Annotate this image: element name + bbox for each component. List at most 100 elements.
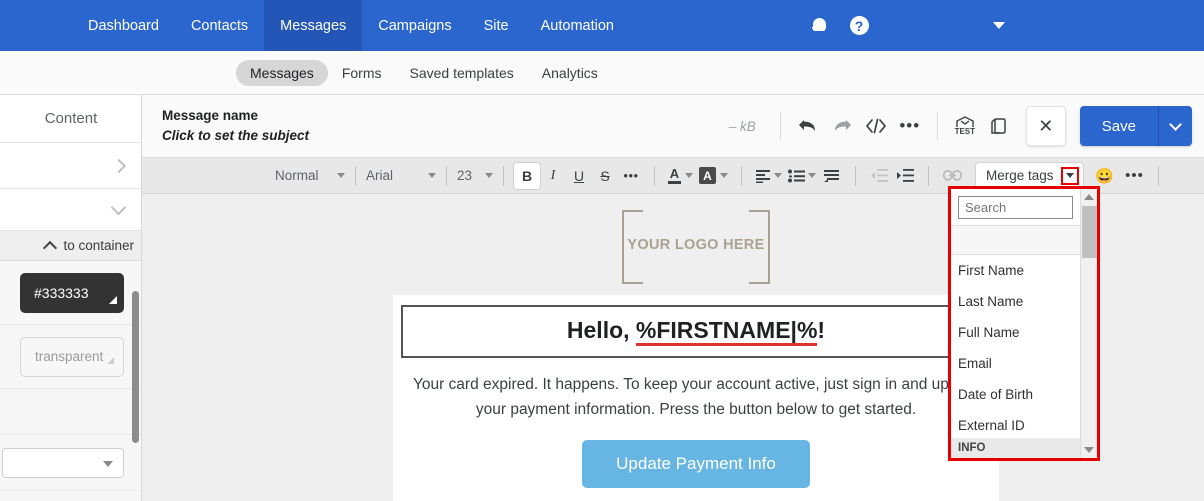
divider: [1157, 165, 1159, 186]
chevron-right-icon: [111, 158, 127, 173]
nav-label: Contacts: [190, 17, 249, 34]
transparent-value-label: transparent: [35, 349, 104, 364]
email-heading-block[interactable]: Hello, %FIRSTNAME|%!: [401, 305, 991, 358]
close-button[interactable]: ✕: [1025, 106, 1066, 146]
message-subject-label[interactable]: Click to set the subject: [162, 126, 309, 146]
divider: [503, 165, 504, 186]
sidebar-expand-row[interactable]: [0, 143, 141, 189]
toolbar-overflow-button[interactable]: •••: [1122, 163, 1148, 189]
message-meta: Message name Click to set the subject: [162, 106, 309, 147]
bold-button[interactable]: B: [514, 162, 540, 189]
triangle-up-icon: [1084, 194, 1094, 200]
merge-tags-search-input[interactable]: [958, 196, 1073, 219]
top-nav-items: Dashboard Contacts Messages Campaigns Si…: [72, 0, 630, 51]
save-button[interactable]: Save: [1079, 106, 1158, 146]
highlight-icon: A: [699, 167, 716, 184]
sidebar-title: Content: [44, 110, 98, 127]
font-family-select[interactable]: Arial: [366, 163, 436, 189]
merge-tags-scrollbar[interactable]: [1080, 189, 1097, 458]
undo-button[interactable]: [791, 109, 825, 143]
scrollbar-thumb[interactable]: [1082, 206, 1097, 258]
email-body: YOUR LOGO HERE Hello, %FIRSTNAME|%! Your…: [393, 194, 999, 501]
source-code-button[interactable]: [859, 109, 893, 143]
secondary-tab-items: Messages Forms Saved templates Analytics: [236, 59, 612, 86]
nav-item-campaigns[interactable]: Campaigns: [362, 0, 467, 51]
tab-forms[interactable]: Forms: [328, 60, 396, 86]
secondary-tab-bar: Messages Forms Saved templates Analytics: [0, 51, 1204, 95]
sidebar-collapse-row[interactable]: [0, 189, 141, 231]
color-value-label: #333333: [34, 284, 89, 301]
line-height-button[interactable]: [819, 163, 845, 189]
font-family-value: Arial: [366, 168, 394, 183]
sidebar-scrollbar-thumb[interactable]: [132, 291, 139, 443]
editor-header-actions: – kB ••• TEST ✕ Save: [729, 106, 1204, 146]
chevron-down-icon: [110, 199, 127, 215]
text-color-icon: A: [668, 167, 681, 184]
link-button[interactable]: [939, 163, 965, 189]
email-paragraph[interactable]: Your card expired. It happens. To keep y…: [393, 358, 999, 422]
chevron-down-icon: [1065, 173, 1074, 178]
divider: [779, 112, 781, 140]
nav-item-contacts[interactable]: Contacts: [175, 0, 264, 51]
tab-messages[interactable]: Messages: [236, 59, 328, 86]
account-menu-button[interactable]: [979, 6, 1019, 46]
underline-button[interactable]: U: [566, 163, 592, 189]
highlight-color-button[interactable]: A: [696, 163, 731, 189]
ellipsis-icon: •••: [899, 116, 921, 135]
save-dropdown-button[interactable]: [1158, 106, 1192, 146]
merge-tag-item-first-name[interactable]: First Name: [951, 255, 1080, 286]
sidebar-properties-panel: #333333 transparent: [0, 261, 141, 501]
nav-label: Site: [483, 17, 509, 34]
strikethrough-button[interactable]: S: [592, 163, 618, 189]
send-test-button[interactable]: TEST: [948, 109, 982, 143]
text-color-button[interactable]: A: [665, 163, 696, 189]
email-logo-zone[interactable]: YOUR LOGO HERE: [393, 194, 999, 295]
paragraph-style-select[interactable]: Normal: [275, 163, 345, 189]
merge-tags-dropdown: First Name Last Name Full Name Email Dat…: [948, 186, 1100, 461]
nav-item-automation[interactable]: Automation: [525, 0, 630, 51]
ellipsis-icon: •••: [623, 168, 639, 183]
size-indicator: – kB: [728, 118, 756, 134]
font-size-select[interactable]: 23: [457, 163, 493, 189]
more-formats-button[interactable]: •••: [618, 163, 644, 189]
merge-tag-item-date-of-birth[interactable]: Date of Birth: [951, 379, 1080, 410]
chevron-down-icon: [720, 173, 728, 178]
merge-tag-item-email[interactable]: Email: [951, 348, 1080, 379]
background-color-swatch[interactable]: #333333: [20, 272, 124, 313]
list-button[interactable]: [785, 163, 819, 189]
save-button-group: Save: [1079, 106, 1192, 146]
update-payment-info-button[interactable]: Update Payment Info: [582, 440, 810, 489]
sidebar-transparent-row: transparent: [0, 325, 141, 389]
merge-tag-item-full-name[interactable]: Full Name: [951, 317, 1080, 348]
transparent-color-swatch[interactable]: transparent: [20, 336, 124, 377]
sidebar-to-container-row[interactable]: to container: [0, 231, 141, 261]
merge-tag-item-external-id[interactable]: External ID: [951, 410, 1080, 441]
outdent-button[interactable]: [866, 163, 892, 189]
redo-button[interactable]: [825, 109, 859, 143]
notifications-button[interactable]: [799, 6, 839, 46]
nav-item-messages[interactable]: Messages: [264, 0, 363, 51]
nav-item-site[interactable]: Site: [468, 0, 525, 51]
scroll-down-button[interactable]: [1081, 442, 1097, 458]
chevron-down-icon: [685, 173, 693, 178]
tab-saved-templates[interactable]: Saved templates: [395, 60, 527, 86]
emoji-button[interactable]: 😀: [1092, 163, 1118, 189]
underline-icon: U: [573, 167, 585, 184]
sidebar-dropdown[interactable]: [2, 447, 124, 478]
message-name-label[interactable]: Message name: [162, 106, 309, 126]
merge-tag-item-last-name[interactable]: Last Name: [951, 286, 1080, 317]
tab-analytics[interactable]: Analytics: [528, 60, 612, 86]
editor-header: Message name Click to set the subject – …: [142, 95, 1204, 158]
italic-button[interactable]: I: [540, 163, 566, 189]
sidebar-spacer-row: [0, 389, 141, 435]
sidebar-select-row: [0, 435, 141, 491]
nav-item-dashboard[interactable]: Dashboard: [72, 0, 175, 51]
scroll-up-button[interactable]: [1081, 189, 1097, 205]
indent-button[interactable]: [892, 163, 918, 189]
merge-tags-dropdown-toggle[interactable]: [1060, 166, 1079, 185]
preview-devices-button[interactable]: [982, 109, 1016, 143]
align-button[interactable]: [752, 163, 785, 189]
merge-tags-label: Merge tags: [986, 168, 1054, 183]
more-options-button[interactable]: •••: [893, 109, 927, 143]
help-button[interactable]: ?: [839, 6, 879, 46]
